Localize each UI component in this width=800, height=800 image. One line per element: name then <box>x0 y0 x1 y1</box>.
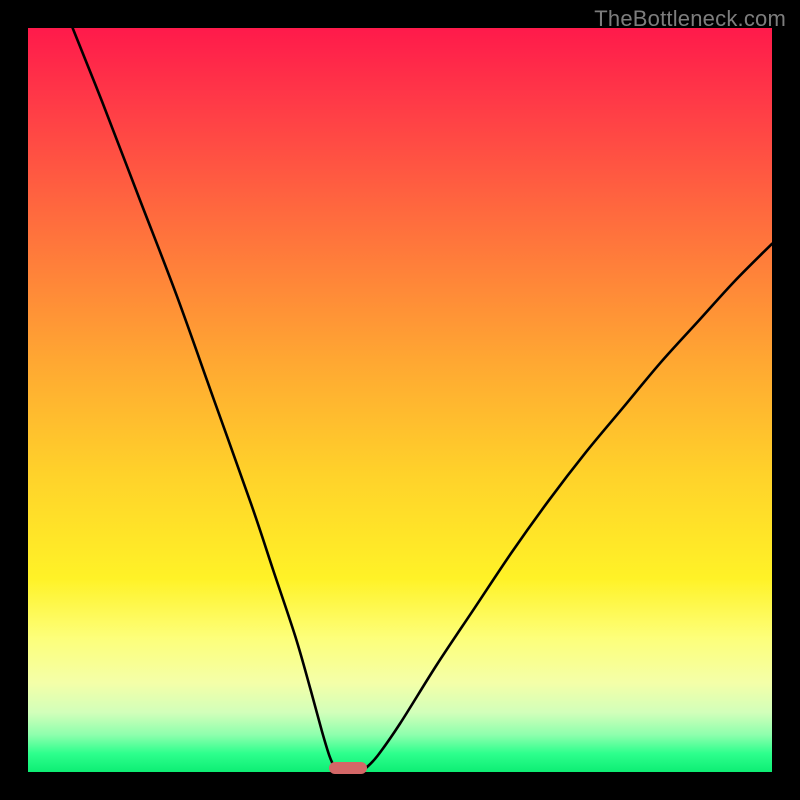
plot-area <box>28 28 772 772</box>
optimum-marker <box>329 762 366 774</box>
bottleneck-curve <box>28 28 772 772</box>
chart-frame: TheBottleneck.com <box>0 0 800 800</box>
watermark-label: TheBottleneck.com <box>594 6 786 32</box>
